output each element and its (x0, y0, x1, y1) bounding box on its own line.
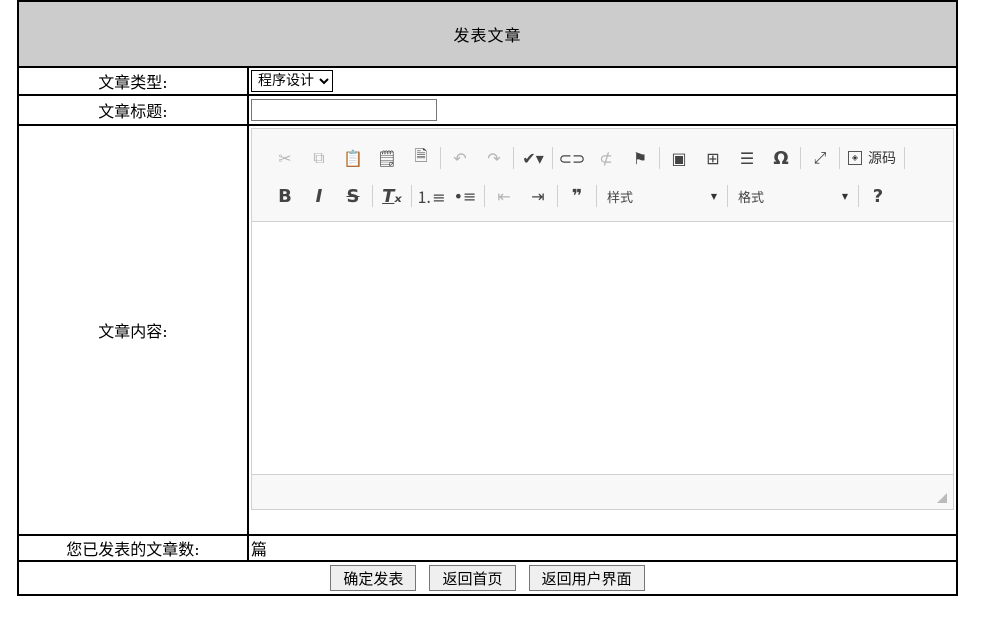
toolbar-separator (440, 147, 441, 169)
article-count-label: 您已发表的文章数: (17, 534, 249, 562)
numbered-list-icon[interactable]: ⒈≡ (414, 182, 448, 210)
unlink-icon[interactable]: ⊄ (589, 144, 623, 172)
style-combo-label: 样式 (607, 190, 634, 206)
anchor-flag-icon[interactable]: ⚑ (623, 144, 657, 172)
toolbar-row-1: ✂ ⧉ 📋 🗒 🗎 ↶ ↷ ✔▾ ⊂⊃ ⊄ ⚑ ▣ ⊞ ☰ Ω ⤢ ◈ 源码 (268, 139, 953, 177)
source-button[interactable]: ◈ 源码 (842, 148, 902, 168)
format-combo-label: 格式 (738, 190, 765, 206)
back-home-button[interactable]: 返回首页 (429, 565, 516, 591)
toolbar-separator (372, 185, 373, 207)
undo-icon[interactable]: ↶ (443, 144, 477, 172)
table-icon[interactable]: ⊞ (696, 144, 730, 172)
style-combo[interactable]: 样式 ▼ (599, 182, 725, 210)
editor-toolbar: ✂ ⧉ 📋 🗒 🗎 ↶ ↷ ✔▾ ⊂⊃ ⊄ ⚑ ▣ ⊞ ☰ Ω ⤢ ◈ 源码 B… (252, 129, 953, 222)
article-title-label: 文章标题: (17, 94, 249, 126)
article-type-select[interactable]: 程序设计 (251, 70, 333, 92)
toolbar-separator (858, 185, 859, 207)
italic-icon[interactable]: I (302, 182, 336, 210)
toolbar-separator (727, 185, 728, 207)
strikethrough-icon[interactable]: S (336, 182, 370, 210)
editor-content-area[interactable] (252, 222, 953, 474)
toolbar-separator (839, 147, 840, 169)
toolbar-separator (411, 185, 412, 207)
blockquote-icon[interactable]: ❞ (560, 182, 594, 210)
special-char-omega-icon[interactable]: Ω (764, 144, 798, 172)
redo-icon[interactable]: ↷ (477, 144, 511, 172)
horizontal-line-icon[interactable]: ☰ (730, 144, 764, 172)
source-icon: ◈ (848, 151, 862, 165)
outdent-icon[interactable]: ⇤ (487, 182, 521, 210)
indent-icon[interactable]: ⇥ (521, 182, 555, 210)
button-bar: 确定发表 返回首页 返回用户界面 (17, 560, 958, 596)
link-icon[interactable]: ⊂⊃ (555, 144, 589, 172)
editor-status-bar (252, 474, 953, 509)
toolbar-row-2: B I S Tₓ ⒈≡ •≡ ⇤ ⇥ ❞ 样式 ▼ 格式 ▼ ? (268, 177, 953, 215)
bulleted-list-icon[interactable]: •≡ (448, 182, 482, 210)
paste-text-icon[interactable]: 🗒 (370, 144, 404, 172)
toolbar-separator (513, 147, 514, 169)
toolbar-separator (557, 185, 558, 207)
maximize-icon[interactable]: ⤢ (803, 144, 837, 172)
bold-icon[interactable]: B (268, 182, 302, 210)
resize-grip-icon[interactable] (937, 493, 947, 503)
remove-format-icon[interactable]: Tₓ (375, 182, 409, 210)
toolbar-separator (552, 147, 553, 169)
submit-button[interactable]: 确定发表 (330, 565, 417, 591)
article-content-label: 文章内容: (17, 124, 249, 536)
article-title-input[interactable] (251, 99, 437, 121)
spellcheck-icon[interactable]: ✔▾ (516, 144, 550, 172)
help-icon[interactable]: ? (861, 182, 895, 210)
source-label: 源码 (868, 151, 896, 167)
rich-text-editor: ✂ ⧉ 📋 🗒 🗎 ↶ ↷ ✔▾ ⊂⊃ ⊄ ⚑ ▣ ⊞ ☰ Ω ⤢ ◈ 源码 B… (251, 128, 954, 510)
paste-word-icon[interactable]: 🗎 (404, 144, 438, 172)
toolbar-separator (800, 147, 801, 169)
toolbar-separator (484, 185, 485, 207)
copy-icon[interactable]: ⧉ (302, 144, 336, 172)
cut-icon[interactable]: ✂ (268, 144, 302, 172)
chevron-down-icon: ▼ (710, 191, 717, 201)
toolbar-separator (659, 147, 660, 169)
page-title: 发表文章 (17, 0, 958, 68)
article-type-label: 文章类型: (17, 66, 249, 96)
toolbar-separator (904, 147, 905, 169)
article-count-value: 篇 (247, 534, 958, 562)
format-combo[interactable]: 格式 ▼ (730, 182, 856, 210)
back-user-button[interactable]: 返回用户界面 (528, 565, 645, 591)
toolbar-separator (596, 185, 597, 207)
paste-icon[interactable]: 📋 (336, 144, 370, 172)
chevron-down-icon: ▼ (841, 191, 848, 201)
post-article-form: 发表文章 文章类型: 程序设计 文章标题: 文章内容: ✂ ⧉ 📋 🗒 🗎 ↶ … (17, 0, 958, 596)
image-icon[interactable]: ▣ (662, 144, 696, 172)
